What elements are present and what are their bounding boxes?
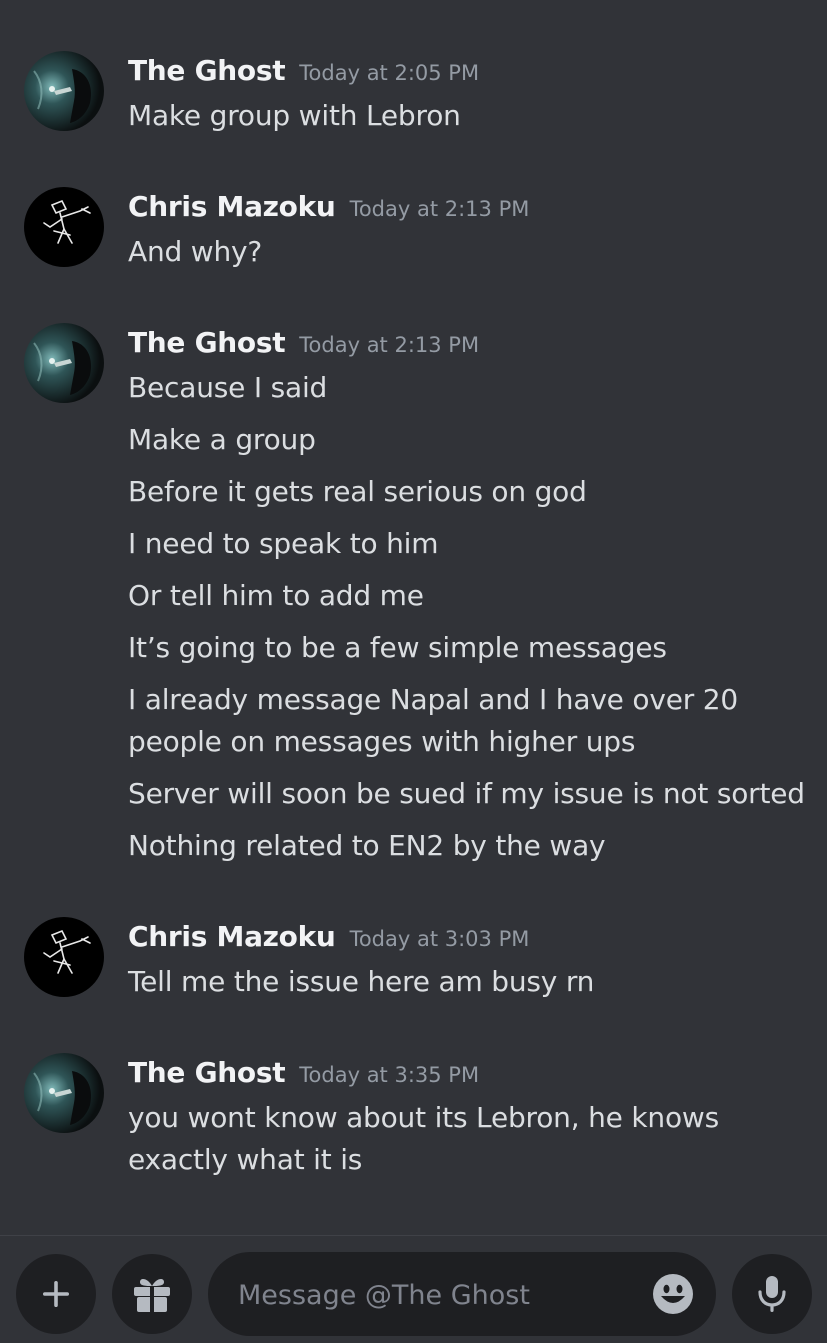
voice-message-button[interactable] [732, 1254, 812, 1334]
emoji-icon [653, 1274, 693, 1314]
avatar-the-ghost[interactable] [24, 323, 104, 403]
add-attachment-button[interactable] [16, 1254, 96, 1334]
message-content: Make group with Lebron [128, 95, 808, 147]
message-content: And why? [128, 231, 808, 283]
gift-button[interactable] [112, 1254, 192, 1334]
microphone-icon [758, 1276, 786, 1312]
message-line[interactable]: Before it gets real serious on god [128, 471, 808, 513]
message-line[interactable]: I need to speak to him [128, 523, 808, 565]
message-timestamp: Today at 2:13 PM [349, 197, 530, 221]
author-name[interactable]: The Ghost [128, 54, 286, 87]
message-header: The Ghost Today at 3:35 PM [128, 1053, 479, 1093]
message-line[interactable]: Server will soon be sued if my issue is … [128, 773, 808, 815]
message-timestamp: Today at 3:03 PM [349, 927, 530, 951]
message-composer [0, 1235, 827, 1343]
avatar-chris-mazoku[interactable] [24, 187, 104, 267]
message-input[interactable] [236, 1252, 640, 1338]
message-line[interactable]: It’s going to be a few simple messages [128, 627, 808, 669]
message-line[interactable]: Or tell him to add me [128, 575, 808, 617]
message-line[interactable]: Nothing related to EN2 by the way [128, 825, 808, 867]
message-input-container[interactable] [208, 1252, 716, 1338]
message-timestamp: Today at 2:13 PM [299, 333, 480, 357]
avatar-the-ghost[interactable] [24, 51, 104, 131]
message-timestamp: Today at 2:05 PM [299, 61, 480, 85]
message-list: The Ghost Today at 2:05 PM Make group wit… [0, 0, 827, 1235]
message-line[interactable]: Because I said [128, 367, 808, 409]
message-line[interactable]: Tell me the issue here am busy rn [128, 961, 808, 1003]
avatar-the-ghost[interactable] [24, 1053, 104, 1133]
author-name[interactable]: The Ghost [128, 1056, 286, 1089]
author-name[interactable]: Chris Mazoku [128, 190, 336, 223]
gift-icon [134, 1278, 170, 1312]
message-content: you wont know about its Lebron, he knows… [128, 1097, 808, 1191]
emoji-button[interactable] [651, 1272, 695, 1316]
message-timestamp: Today at 3:35 PM [299, 1063, 480, 1087]
message-header: The Ghost Today at 2:05 PM [128, 51, 479, 91]
message-line[interactable]: you wont know about its Lebron, he knows… [128, 1097, 808, 1181]
message-line[interactable]: Make a group [128, 419, 808, 461]
author-name[interactable]: Chris Mazoku [128, 920, 336, 953]
message-header: The Ghost Today at 2:13 PM [128, 323, 479, 363]
message-line[interactable]: I already message Napal and I have over … [128, 679, 808, 763]
avatar-chris-mazoku[interactable] [24, 917, 104, 997]
message-header: Chris Mazoku Today at 2:13 PM [128, 187, 529, 227]
message-line[interactable]: Make group with Lebron [128, 95, 808, 137]
message-line[interactable]: And why? [128, 231, 808, 273]
plus-icon [43, 1281, 69, 1307]
message-content: Because I said Make a group Before it ge… [128, 367, 808, 877]
message-content: Tell me the issue here am busy rn [128, 961, 808, 1013]
message-header: Chris Mazoku Today at 3:03 PM [128, 917, 529, 957]
author-name[interactable]: The Ghost [128, 326, 286, 359]
